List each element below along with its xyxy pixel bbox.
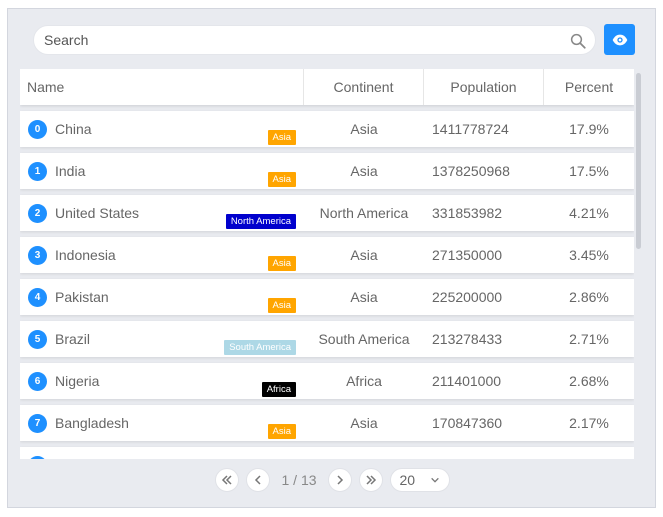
name-cell: 2 United States North America (20, 203, 304, 229)
eye-icon (612, 34, 627, 45)
continent-tag: Africa (261, 381, 296, 397)
chevron-right-icon (336, 475, 343, 485)
continent-tag: Asia (267, 171, 296, 187)
search-icon[interactable] (569, 32, 587, 50)
column-header-name[interactable]: Name (20, 69, 304, 105)
table-row[interactable]: 5 Brazil South America South America 213… (20, 321, 634, 357)
percent-cell: 17.9% (569, 121, 609, 137)
row-index-badge: 3 (28, 245, 47, 265)
country-name: Bangladesh (55, 415, 129, 431)
table-row[interactable]: 6 Nigeria Africa Africa 211401000 2.68% (20, 363, 634, 399)
row-index-badge: 1 (28, 161, 47, 181)
percent-cell: 17.5% (569, 163, 609, 179)
continent-cell: South America (318, 331, 410, 347)
continent-tag: North America (225, 213, 296, 229)
column-header-percent[interactable]: Percent (544, 69, 634, 105)
percent-cell: 2.86% (569, 289, 609, 305)
country-name: China (55, 121, 92, 137)
percent-cell: 2.68% (569, 373, 609, 389)
row-index-badge: 0 (28, 119, 47, 139)
page-size-value: 20 (399, 472, 416, 488)
page-indicator: 1 / 13 (281, 472, 317, 488)
table-row[interactable]: 7 Bangladesh Asia Asia 170847360 2.17% (20, 405, 634, 441)
percent-cell: 2.17% (569, 415, 609, 431)
row-index-badge: 5 (28, 329, 47, 349)
name-cell (20, 455, 304, 459)
row-index-badge: 6 (28, 371, 47, 391)
continent-cell: Asia (350, 289, 378, 305)
percent-cell: 3.45% (569, 247, 609, 263)
percent-cell: 2.71% (569, 331, 609, 347)
table-body: 0 China Asia Asia 1411778724 17.9% 1 Ind… (20, 111, 634, 459)
continent-tag: Asia (267, 423, 296, 439)
table-widget: Name Continent Population Percent 0 Chin… (7, 8, 656, 508)
name-cell: 0 China Asia (20, 119, 304, 145)
table-row[interactable]: 4 Pakistan Asia Asia 225200000 2.86% (20, 279, 634, 315)
double-chevron-left-icon (222, 475, 233, 485)
name-cell: 1 India Asia (20, 161, 304, 187)
pagination: 1 / 13 20 (8, 465, 657, 495)
table-row-partial[interactable] (20, 447, 634, 459)
country-name: Pakistan (55, 289, 109, 305)
previous-page-button[interactable] (246, 468, 271, 492)
table-row[interactable]: 2 United States North America North Amer… (20, 195, 634, 231)
name-cell: 3 Indonesia Asia (20, 245, 304, 271)
search-input[interactable] (44, 32, 564, 48)
continent-cell: Asia (350, 121, 378, 137)
population-cell: 1411778724 (432, 121, 509, 137)
continent-tag: Asia (267, 129, 296, 145)
chevron-left-icon (255, 475, 262, 485)
population-cell: 271350000 (432, 247, 503, 263)
row-index-badge: 7 (28, 413, 47, 433)
continent-cell: Asia (350, 415, 378, 431)
table-row[interactable]: 0 China Asia Asia 1411778724 17.9% (20, 111, 634, 147)
table-scrollbar[interactable] (636, 73, 641, 249)
name-cell: 7 Bangladesh Asia (20, 413, 304, 439)
row-index-badge: 2 (28, 203, 47, 223)
continent-cell: Asia (350, 247, 378, 263)
last-page-button[interactable] (358, 468, 383, 492)
continent-cell: North America (319, 205, 409, 221)
column-header-continent[interactable]: Continent (304, 69, 424, 105)
population-cell: 170847360 (432, 415, 503, 431)
population-cell: 331853982 (432, 205, 503, 221)
row-index-badge (28, 455, 47, 459)
country-name: United States (55, 205, 140, 221)
population-cell: 1378250968 (432, 163, 510, 179)
percent-cell: 4.21% (569, 205, 609, 221)
table-row[interactable]: 1 India Asia Asia 1378250968 17.5% (20, 153, 634, 189)
search-bar (33, 25, 596, 55)
visibility-toggle-button[interactable] (604, 24, 635, 55)
country-name: India (55, 163, 86, 179)
next-page-button[interactable] (327, 468, 352, 492)
column-header-population[interactable]: Population (424, 69, 544, 105)
continent-cell: Asia (350, 163, 378, 179)
population-cell: 211401000 (432, 373, 502, 389)
continent-cell: Africa (346, 373, 382, 389)
name-cell: 4 Pakistan Asia (20, 287, 304, 313)
page-size-select[interactable]: 20 (389, 468, 450, 492)
population-cell: 225200000 (432, 289, 503, 305)
continent-tag: South America (224, 339, 296, 355)
continent-tag: Asia (267, 255, 296, 271)
name-cell: 5 Brazil South America (20, 329, 304, 355)
population-cell: 213278433 (432, 331, 503, 347)
chevron-down-icon (430, 477, 439, 483)
row-index-badge: 4 (28, 287, 47, 307)
double-chevron-right-icon (365, 475, 376, 485)
data-table: Name Continent Population Percent 0 Chin… (20, 69, 634, 459)
continent-tag: Asia (267, 297, 296, 313)
name-cell: 6 Nigeria Africa (20, 371, 304, 397)
table-header: Name Continent Population Percent (20, 69, 634, 105)
country-name: Brazil (55, 331, 91, 347)
table-row[interactable]: 3 Indonesia Asia Asia 271350000 3.45% (20, 237, 634, 273)
country-name: Nigeria (55, 373, 100, 389)
country-name: Indonesia (55, 247, 116, 263)
first-page-button[interactable] (215, 468, 240, 492)
